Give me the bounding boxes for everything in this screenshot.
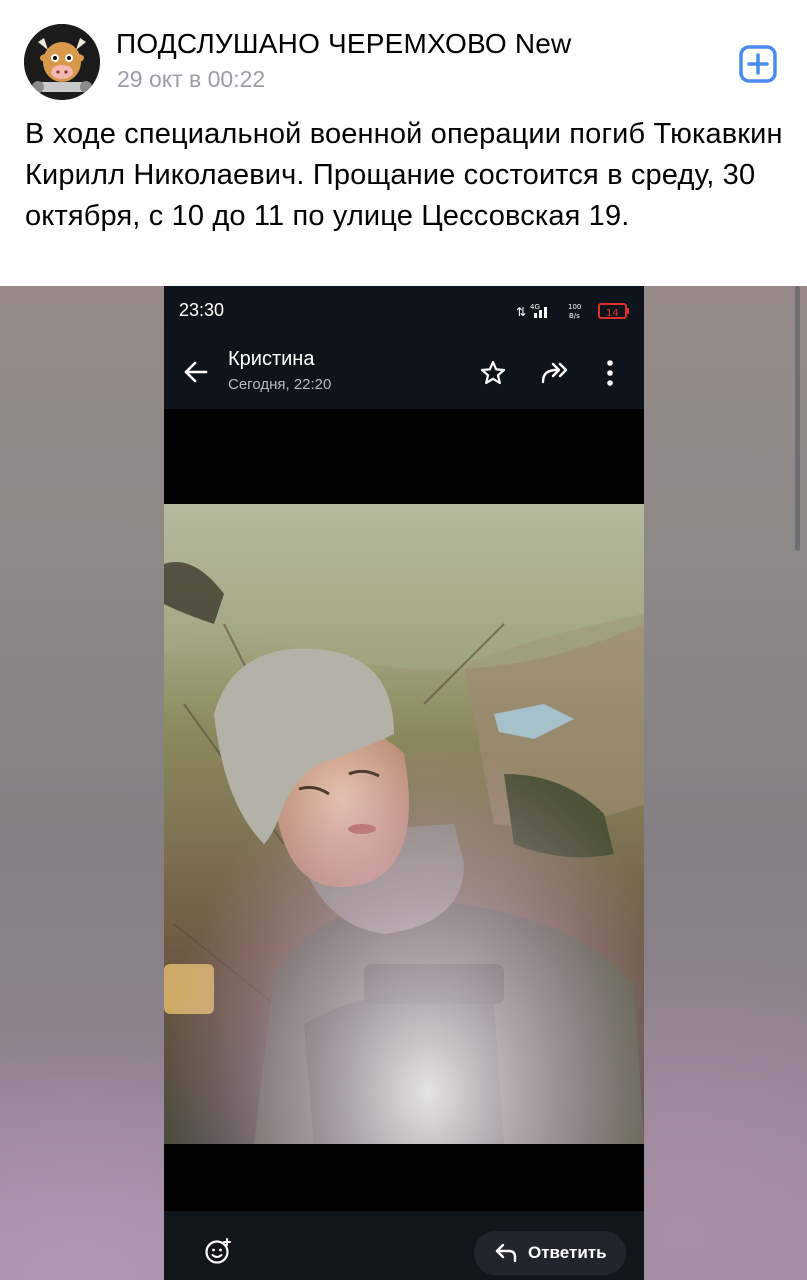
post-text: В ходе специальной военной операции поги… <box>25 118 783 232</box>
message-app-bar: Кристина Сегодня, 22:20 <box>164 338 644 409</box>
status-time: 23:30 <box>179 300 225 320</box>
community-name[interactable]: ПОДСЛУШАНО ЧЕРЕМХОВО New <box>116 28 571 60</box>
star-outline-icon[interactable] <box>480 360 506 386</box>
svg-text:⇅: ⇅ <box>516 305 526 319</box>
forward-all-icon[interactable] <box>540 360 572 386</box>
svg-text:100: 100 <box>568 303 581 311</box>
post: ПОДСЛУШАНО ЧЕРЕМХОВО New 29 окт в 00:22 … <box>0 0 807 1280</box>
scrollbar[interactable] <box>795 286 800 551</box>
cow-logo-icon <box>24 24 100 100</box>
svg-text:4G: 4G <box>530 303 540 311</box>
arrow-left-icon[interactable] <box>182 358 210 386</box>
phone-screenshot: 23:30 ⇅ 4G 100 B/s 14 Кристина Сегодня, … <box>164 286 644 1280</box>
plus-square-icon <box>739 45 777 83</box>
message-bottom-bar: Ответить <box>164 1211 644 1280</box>
reply-arrow-icon <box>495 1243 517 1263</box>
message-time: Сегодня, 22:20 <box>228 376 332 393</box>
reply-button[interactable]: Ответить <box>474 1231 626 1275</box>
subscribe-button[interactable] <box>738 44 778 84</box>
svg-text:B/s: B/s <box>569 312 580 320</box>
received-photo[interactable] <box>164 504 644 1144</box>
emoji-add-icon[interactable] <box>204 1237 232 1265</box>
selfie-image <box>164 504 644 1144</box>
vertical-dots-icon[interactable] <box>604 358 616 388</box>
post-photo-attachment[interactable]: 23:30 ⇅ 4G 100 B/s 14 Кристина Сегодня, … <box>0 286 807 1280</box>
signal-icon: ⇅ 4G <box>516 303 547 319</box>
post-header: ПОДСЛУШАНО ЧЕРЕМХОВО New 29 окт в 00:22 <box>0 0 807 108</box>
reply-label: Ответить <box>528 1243 607 1262</box>
status-icons: ⇅ 4G 100 B/s 14 <box>516 300 630 322</box>
speed-indicator-icon: 100 B/s <box>568 303 581 320</box>
battery-icon: 14 <box>598 303 629 319</box>
svg-text:14: 14 <box>606 308 619 319</box>
post-time[interactable]: 29 окт в 00:22 <box>117 66 265 93</box>
contact-name: Кристина <box>228 348 315 370</box>
community-avatar[interactable] <box>24 24 100 100</box>
phone-status-bar: 23:30 ⇅ 4G 100 B/s 14 <box>164 286 644 338</box>
